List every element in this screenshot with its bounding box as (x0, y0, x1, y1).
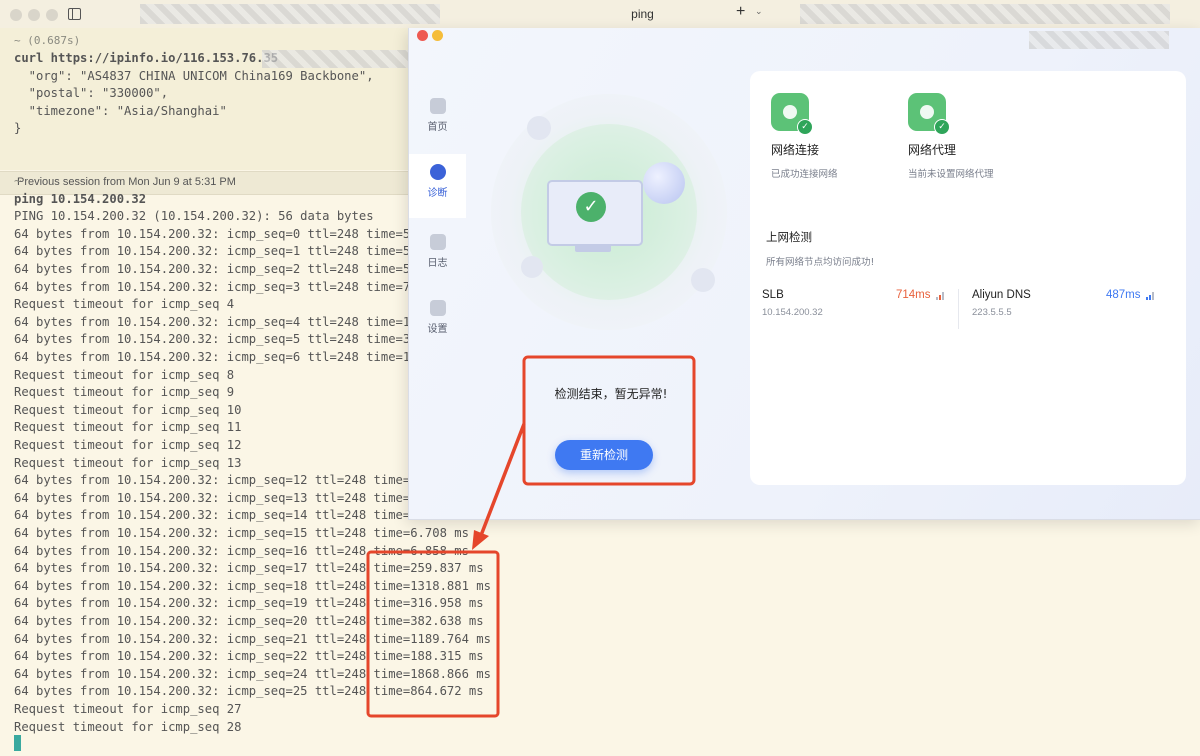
settings-icon (429, 300, 446, 316)
close-button[interactable] (10, 9, 22, 21)
redacted-user-area (1029, 31, 1169, 49)
prompt-line: ~ (14, 174, 22, 188)
ping-output-line: Request timeout for icmp_seq 9 (14, 385, 235, 400)
json-line: } (14, 121, 22, 135)
ping-output-line: 64 bytes from 10.154.200.32: icmp_seq=3 … (14, 279, 418, 294)
ping-output-line: 64 bytes from 10.154.200.32: icmp_seq=18… (14, 578, 491, 593)
proxy-title: 网络代理 (908, 143, 957, 157)
ping-output-line: 64 bytes from 10.154.200.32: icmp_seq=16… (14, 543, 469, 558)
annotation-arrowhead (472, 530, 489, 550)
redacted-region (140, 4, 440, 24)
terminal-titlebar: ping + ⌄ (0, 0, 1200, 29)
node-latency: 487ms (1106, 289, 1141, 301)
prompt-timing: ~ (0.687s) (14, 34, 81, 47)
signal-icon (1146, 292, 1156, 300)
nav-label: 设置 (427, 324, 448, 335)
window-title: ping (631, 7, 654, 21)
ping-output-line: 64 bytes from 10.154.200.32: icmp_seq=22… (14, 649, 484, 664)
ping-output-line: Request timeout for icmp_seq 4 (14, 297, 235, 312)
network-status: 已成功连接网络 (771, 169, 838, 180)
check-icon: ✓ (576, 192, 606, 222)
internet-check-title: 上网检测 (766, 230, 812, 244)
nav-label: 首页 (427, 122, 448, 133)
ping-output-line: Request timeout for icmp_seq 8 (14, 367, 235, 382)
ping-output-line: 64 bytes from 10.154.200.32: icmp_seq=14… (14, 508, 425, 523)
cube-icon (691, 268, 715, 292)
satellite-icon (527, 116, 551, 140)
ping-output-line: 64 bytes from 10.154.200.32: icmp_seq=24… (14, 666, 491, 681)
ping-output-line: 64 bytes from 10.154.200.32: icmp_seq=5 … (14, 332, 418, 347)
ping-output-line: 64 bytes from 10.154.200.32: icmp_seq=17… (14, 561, 484, 576)
ping-output-line: Request timeout for icmp_seq 10 (14, 402, 242, 417)
ping-output-line: Request timeout for icmp_seq 12 (14, 438, 242, 452)
planet-icon (643, 162, 685, 204)
ping-output-line: 64 bytes from 10.154.200.32: icmp_seq=21… (14, 631, 491, 646)
wifi-check-icon (771, 93, 813, 135)
node-latency: 714ms (896, 289, 931, 301)
json-line: "timezone": "Asia/Shanghai" (14, 104, 227, 118)
nav-label: 诊断 (427, 188, 448, 199)
diagnosis-result-text: 检测结束，暂无异常! (554, 387, 668, 401)
monitor-stand (575, 244, 611, 252)
proxy-status: 当前未设置网络代理 (908, 169, 994, 180)
zoom-button[interactable] (46, 9, 58, 21)
json-line: "org": "AS4837 CHINA UNICOM China169 Bac… (14, 69, 374, 83)
terminal-cursor (14, 735, 21, 751)
ping-output-line: Request timeout for icmp_seq 11 (14, 420, 242, 435)
nav-home[interactable]: 首页 (409, 88, 466, 152)
log-icon (429, 234, 446, 250)
ping-output-line: 64 bytes from 10.154.200.32: icmp_seq=19… (14, 596, 484, 611)
ping-command: ping 10.154.200.32 (14, 191, 147, 206)
node-name: SLB (762, 289, 784, 301)
signal-icon (936, 292, 946, 300)
node-icon (521, 256, 543, 278)
redacted-region (262, 50, 422, 68)
ping-output-line: 64 bytes from 10.154.200.32: icmp_seq=13… (14, 490, 418, 505)
nav-settings[interactable]: 设置 (409, 290, 466, 354)
ping-output-line: 64 bytes from 10.154.200.32: icmp_seq=15… (14, 526, 469, 540)
internet-check-status: 所有网络节点均访问成功! (766, 257, 875, 268)
network-diagnosis-window: 首页 诊断 日志 设置 ✓ 检测结束，暂无异常! 重新检测 网络连接 已成功连接… (408, 28, 1200, 520)
home-icon (429, 98, 446, 114)
proxy-check-icon (908, 93, 950, 135)
node-divider (958, 289, 959, 329)
app-sidebar: 首页 诊断 日志 设置 (409, 28, 466, 519)
ping-output-line: 64 bytes from 10.154.200.32: icmp_seq=2 … (14, 262, 418, 276)
node-ip: 223.5.5.5 (972, 307, 1012, 318)
nav-label: 日志 (427, 258, 448, 269)
network-title: 网络连接 (771, 143, 820, 157)
redacted-region (800, 4, 1170, 24)
sidebar-toggle-icon[interactable] (68, 8, 81, 20)
ping-output-line: 64 bytes from 10.154.200.32: icmp_seq=1 … (14, 244, 418, 259)
json-line: "postal": "330000", (14, 86, 169, 100)
nav-diagnose[interactable]: 诊断 (409, 154, 466, 218)
session-note: Previous session from Mon Jun 9 at 5:31 … (17, 176, 236, 188)
ping-output-line: 64 bytes from 10.154.200.32: icmp_seq=25… (14, 684, 484, 699)
ping-output-line: Request timeout for icmp_seq 13 (14, 455, 242, 470)
ping-output-line: 64 bytes from 10.154.200.32: icmp_seq=0 … (14, 226, 418, 241)
chevron-down-icon[interactable]: ⌄ (755, 7, 763, 17)
ping-output-line: 64 bytes from 10.154.200.32: icmp_seq=20… (14, 614, 484, 628)
ping-output-line: 64 bytes from 10.154.200.32: icmp_seq=4 … (14, 314, 418, 329)
ping-output-line: 64 bytes from 10.154.200.32: icmp_seq=6 … (14, 350, 418, 364)
new-tab-button[interactable]: + (736, 3, 745, 21)
previous-output-block: ~ (0.687s) curl https://ipinfo.io/116.15… (0, 28, 422, 195)
ping-output-line: Request timeout for icmp_seq 28 (14, 719, 242, 734)
ping-output-line: Request timeout for icmp_seq 27 (14, 702, 242, 716)
minimize-button[interactable] (28, 9, 40, 21)
nav-log[interactable]: 日志 (409, 224, 466, 288)
node-ip: 10.154.200.32 (762, 307, 823, 318)
ping-output-line: 64 bytes from 10.154.200.32: icmp_seq=12… (14, 473, 418, 488)
recheck-button[interactable]: 重新检测 (555, 440, 653, 470)
ping-output-line: PING 10.154.200.32 (10.154.200.32): 56 d… (14, 209, 374, 224)
curl-command: curl https://ipinfo.io/116.153.76.35 (14, 51, 279, 65)
diagnose-icon (429, 164, 446, 180)
node-name: Aliyun DNS (972, 289, 1031, 301)
status-card: 网络连接 已成功连接网络 网络代理 当前未设置网络代理 上网检测 所有网络节点均… (750, 71, 1186, 485)
